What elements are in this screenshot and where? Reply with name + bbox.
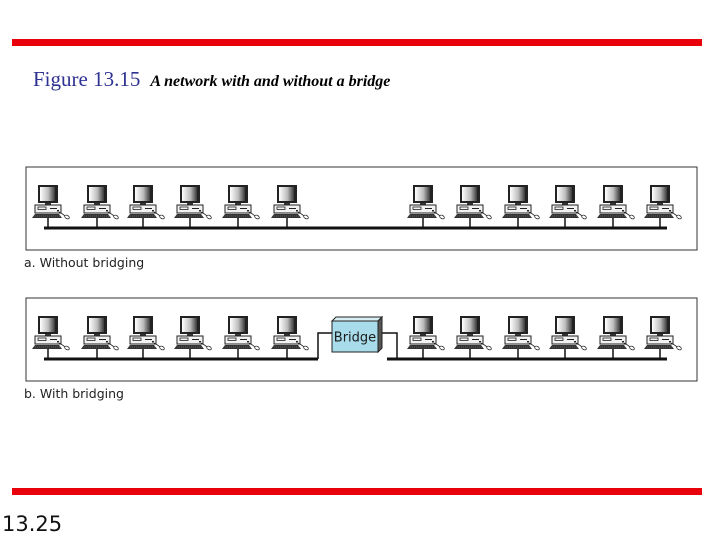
panel-b: Bridge b. With bridging <box>24 297 698 401</box>
bridge-device: Bridge <box>330 315 384 354</box>
panel-frame <box>25 166 698 251</box>
network-diagram: a. Without bridging Bridge b. With bridgin… <box>24 166 698 401</box>
bridge-top-face <box>330 316 384 322</box>
panel-a: a. Without bridging <box>24 166 698 270</box>
bridge-side-face <box>377 315 383 354</box>
bridge-label: Bridge <box>334 331 376 346</box>
panel-label-a: a. Without bridging <box>24 255 144 270</box>
page-number: 13.25 <box>2 512 63 536</box>
panel-label-b: b. With bridging <box>24 386 124 401</box>
bottom-accent-bar <box>12 488 702 495</box>
